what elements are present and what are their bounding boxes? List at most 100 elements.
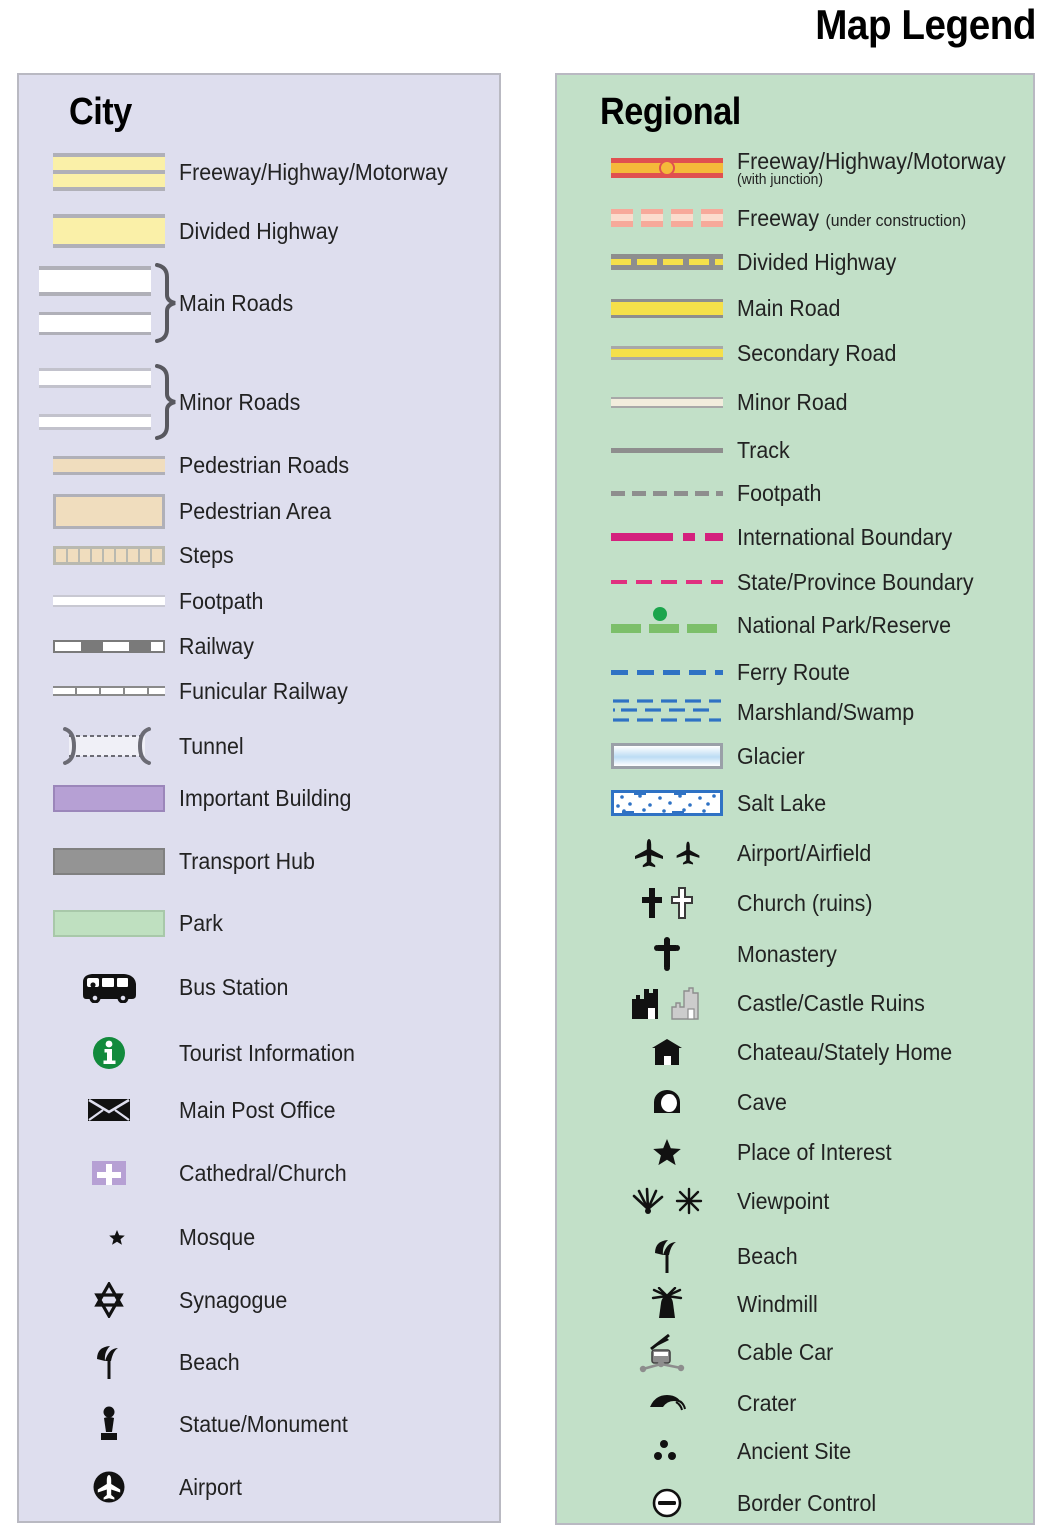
national-park-line [597,604,737,636]
legend-label: Ancient Site [737,1437,852,1464]
legend-label: Minor Road [737,389,848,415]
legend-row-regional-glacier: Glacier [597,743,810,769]
transport-hub-swatch [39,848,179,875]
legend-row-regional-viewpoint: Viewpoint [597,1187,836,1215]
legend-label: Bus Station [179,973,289,1000]
ancient-site-icon [654,1440,676,1460]
legend-label: Windmill [737,1290,818,1317]
beach-umbrella-icon [97,1346,118,1379]
legend-row-city-divided-highway: Divided Highway [39,214,350,248]
minor-roads-swatch [39,363,179,441]
statue-monument-icon [39,1405,179,1443]
legend-row-city-cathedral-church: Cathedral/Church [39,1158,359,1188]
divided-highway-swatch [39,214,179,248]
viewpoint-star-icon [675,1187,703,1215]
windmill-icon [597,1287,737,1321]
legend-label: Important Building [179,785,352,812]
legend-row-city-main-roads: Main Roads [39,262,302,344]
star-icon [597,1137,737,1167]
minor-road-line [597,396,737,408]
chateau-icon [597,1037,737,1067]
castle-icon [632,989,658,1019]
chateau-icon [652,1039,682,1065]
legend-label: Cave [737,1088,787,1115]
legend-label: Secondary Road [737,340,897,366]
windmill-icon [651,1287,683,1318]
statue-monument-icon [101,1406,117,1440]
legend-row-regional-monastery: Monastery [597,937,844,971]
legend-row-regional-ferry-route: Ferry Route [597,660,858,684]
legend-row-regional-chateau: Chateau/Stately Home [597,1037,968,1067]
legend-row-city-statue-monument: Statue/Monument [39,1405,361,1443]
freeway-junction-line [597,158,737,179]
legend-label: Airport/Airfield [737,839,872,866]
legend-label: Marshland/Swamp [737,698,915,725]
legend-label: Church (ruins) [737,889,873,916]
legend-label-main: Freeway [737,205,820,231]
salt-lake-dots [616,793,716,813]
legend-label: Statue/Monument [179,1410,348,1437]
secondary-road-line [597,346,737,361]
legend-row-city-pedestrian-roads: Pedestrian Roads [39,453,362,477]
legend-label-sub: (with junction) [737,171,824,189]
legend-label: Tunnel [179,732,244,759]
marshland-swamp-pattern [613,699,721,722]
legend-label: Steps [179,542,234,568]
legend-row-regional-border-control: Border Control [597,1487,887,1519]
legend-label: Freeway/Highway/Motorway [179,158,448,185]
legend-label: Railway [179,633,254,659]
railway-swatch [39,639,179,653]
legend-label: International Boundary [737,524,953,550]
legend-label: Freeway/Highway/Motorway (with junction) [737,149,1006,188]
legend-row-city-footpath: Footpath [39,589,270,613]
ancient-site-icon [597,1438,737,1464]
legend-row-city-pedestrian-area: Pedestrian Area [39,494,343,529]
legend-label: Glacier [737,742,805,769]
legend-row-regional-crater: Crater [597,1390,801,1416]
legend-label: Funicular Railway [179,678,348,704]
page-title: Map Legend [815,1,1036,48]
airport-circle-icon [39,1468,179,1506]
star-of-david-icon [39,1282,179,1318]
legend-label: Tourist Information [179,1039,355,1066]
legend-row-regional-minor-road: Minor Road [597,390,856,414]
brace-icon [155,364,176,440]
steps-swatch [39,545,179,565]
legend-row-city-railway: Railway [39,634,260,658]
legend-label: Track [737,437,790,463]
cathedral-church-icon [92,1161,126,1185]
legend-label: Minor Roads [179,388,301,415]
legend-label: Freeway (under construction) [737,206,966,230]
divided-highway-line [597,254,737,271]
legend-row-regional-cable-car: Cable Car [597,1333,841,1377]
legend-row-regional-cave: Cave [597,1087,791,1117]
legend-row-regional-footpath: Footpath [597,481,828,505]
city-legend-panel: City Freeway/Highway/Motorway Divided Hi… [17,73,501,1523]
castle-ruins-icon [671,987,699,1020]
legend-row-regional-beach: Beach [597,1237,802,1275]
monastery-cross-icon [597,937,737,971]
legend-label: Footpath [737,480,822,506]
tourist-information-icon [39,1033,179,1073]
freeway-under-construction-line [597,209,737,228]
legend-label: State/Province Boundary [737,569,974,595]
legend-label-note: (under construction) [825,211,967,230]
legend-row-regional-marshland: Marshland/Swamp [597,695,927,729]
legend-row-city-tourist-information: Tourist Information [39,1033,368,1073]
castle-pair-icon [597,985,737,1021]
legend-label: Ferry Route [737,659,850,685]
park-swatch [39,910,179,937]
legend-row-regional-windmill: Windmill [597,1287,824,1321]
legend-row-city-minor-roads: Minor Roads [39,363,309,441]
legend-label: Crater [737,1389,797,1416]
star-of-david-icon [94,1282,124,1318]
legend-label: Main Road [737,295,841,321]
legend-label: Chateau/Stately Home [737,1038,953,1065]
legend-label: Pedestrian Roads [179,452,350,478]
freeway-highway-motorway-swatch [39,153,179,191]
legend-label: Salt Lake [737,789,827,816]
viewpoint-fan-icon [632,1187,664,1214]
legend-row-regional-freeway-uc: Freeway (under construction) [597,206,983,230]
main-road-line [597,298,737,318]
cross-pair-icon [597,887,737,919]
